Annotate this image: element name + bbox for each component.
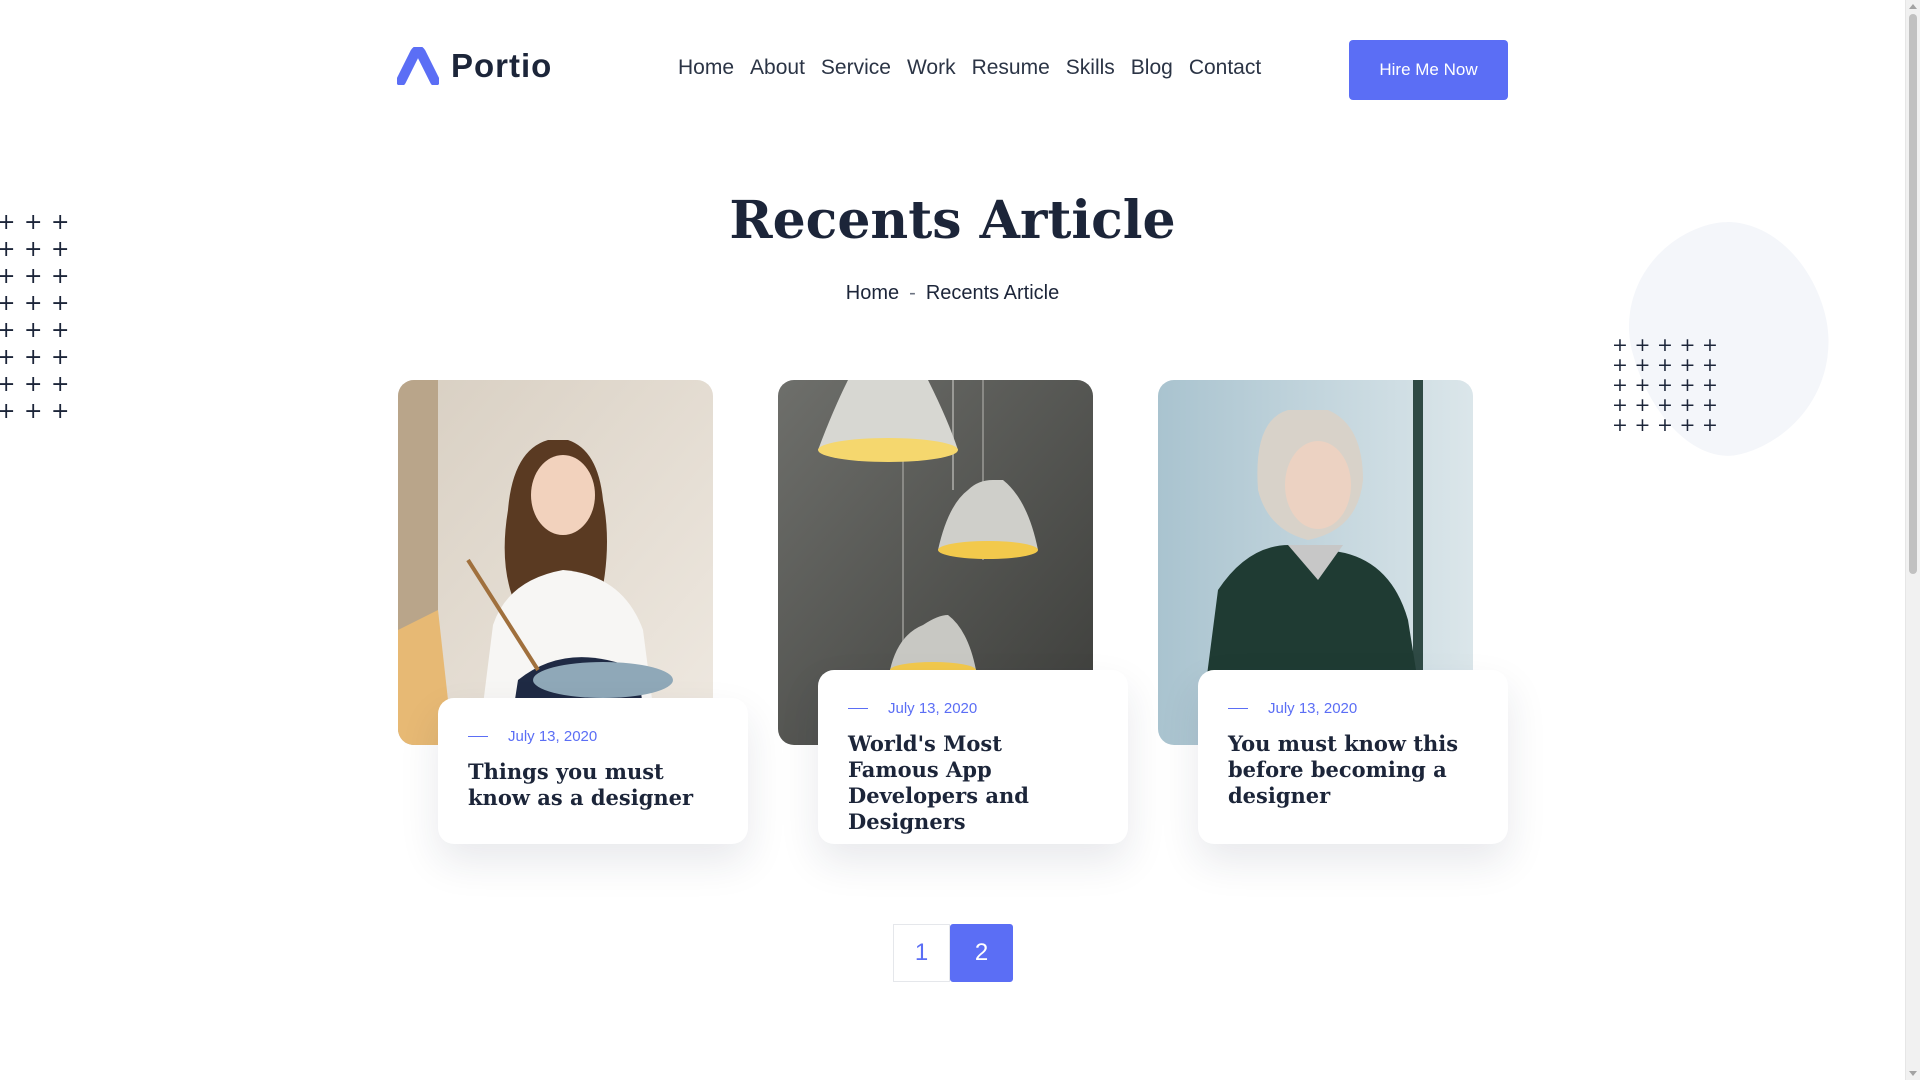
article-image-woman-painting[interactable] [398, 380, 713, 745]
nav-service[interactable]: Service [821, 56, 891, 80]
logo-text: Portio [451, 47, 553, 84]
article-card[interactable]: July 13, 2020 You must know this before … [1158, 380, 1558, 845]
article-meta: July 13, 2020 [1228, 700, 1478, 717]
dash-icon [1228, 708, 1248, 709]
breadcrumb-current: Recents Article [925, 282, 1060, 304]
scrollbar-thumb[interactable] [1909, 14, 1917, 574]
breadcrumb: Home - Recents Article [0, 282, 1905, 305]
article-title[interactable]: Things you must know as a designer [468, 759, 718, 811]
article-title[interactable]: World's Most Famous App Developers and D… [848, 731, 1098, 835]
scrollbar[interactable] [1905, 0, 1920, 1080]
article-date: July 13, 2020 [1268, 700, 1358, 717]
nav-home[interactable]: Home [678, 56, 734, 80]
article-card[interactable]: July 13, 2020 World's Most Famous App De… [778, 380, 1178, 845]
main-nav: Home About Service Work Resume Skills Bl… [678, 56, 1261, 80]
article-info: July 13, 2020 You must know this before … [1198, 670, 1508, 844]
nav-skills[interactable]: Skills [1066, 56, 1115, 80]
article-card[interactable]: July 13, 2020 Things you must know as a … [398, 380, 798, 845]
dash-icon [848, 708, 868, 709]
scroll-up-icon[interactable] [1909, 4, 1917, 9]
nav-contact[interactable]: Contact [1189, 56, 1261, 80]
logo[interactable]: Portio [397, 47, 552, 85]
pagination: 1 2 [893, 924, 1013, 982]
article-date: July 13, 2020 [508, 728, 598, 745]
breadcrumb-separator: - [909, 282, 916, 304]
article-info: July 13, 2020 World's Most Famous App De… [818, 670, 1128, 844]
article-info: July 13, 2020 Things you must know as a … [438, 698, 748, 844]
plus-pattern-right: + + + + + + + + + + + + + + + + + + + + + + + + + [1612, 334, 1718, 436]
page-1-button[interactable]: 1 [893, 924, 950, 982]
hire-me-button[interactable]: Hire Me Now [1349, 40, 1508, 100]
dash-icon [468, 736, 488, 737]
article-meta: July 13, 2020 [848, 700, 1098, 717]
nav-blog[interactable]: Blog [1131, 56, 1173, 80]
article-meta: July 13, 2020 [468, 728, 718, 745]
logo-icon [397, 47, 439, 85]
article-date: July 13, 2020 [888, 700, 978, 717]
nav-work[interactable]: Work [907, 56, 956, 80]
page-title: Recents Article [729, 190, 1176, 251]
breadcrumb-home[interactable]: Home [846, 282, 899, 305]
nav-about[interactable]: About [750, 56, 805, 80]
nav-resume[interactable]: Resume [972, 56, 1050, 80]
article-title[interactable]: You must know this before becoming a des… [1228, 731, 1478, 809]
page-2-button[interactable]: 2 [950, 924, 1013, 982]
scroll-down-icon[interactable] [1909, 1071, 1917, 1076]
